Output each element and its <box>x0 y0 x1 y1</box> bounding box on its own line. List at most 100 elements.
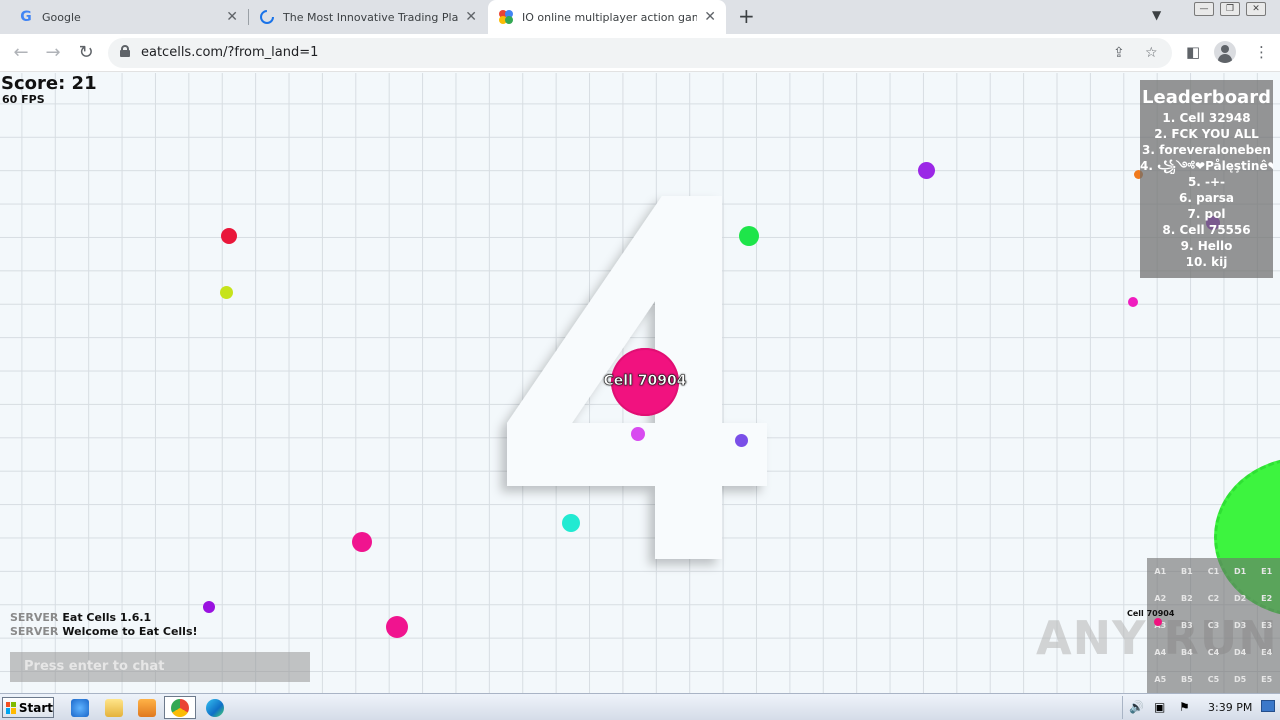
show-desktop-icon[interactable] <box>1261 700 1275 712</box>
minimap-cell: D1 <box>1233 566 1247 576</box>
network-icon[interactable]: ▣ <box>1154 700 1165 714</box>
food-pellet <box>735 434 748 447</box>
minimap-cell: D3 <box>1233 620 1247 630</box>
start-button[interactable]: Start <box>2 697 54 718</box>
minimap-player-label: Cell 70904 <box>1127 609 1175 618</box>
minimap-cell: C2 <box>1207 593 1220 603</box>
tab-eatcells[interactable]: IO online multiplayer action game. S ✕ <box>488 0 726 34</box>
windows-logo-icon <box>6 701 16 714</box>
chat-text: Eat Cells 1.6.1 <box>62 611 152 624</box>
internet-explorer-icon[interactable] <box>71 699 89 717</box>
minimap-cell: D4 <box>1233 647 1247 657</box>
minimap-cell: A4 <box>1154 647 1167 657</box>
address-bar[interactable]: eatcells.com/?from_land=1 ⇪ ☆ <box>108 38 1172 68</box>
leaderboard-entry: 8. Cell 75556 <box>1162 223 1251 237</box>
url-text: eatcells.com/?from_land=1 <box>141 45 319 60</box>
leaderboard-entry: 4. ꧁༺❤Pålęştinê❤༻꧂ <box>1140 159 1273 173</box>
tab-bar: G Google ✕ The Most Innovative Trading P… <box>0 0 1280 34</box>
browser-toolbar: ← → ↻ eatcells.com/?from_land=1 ⇪ ☆ ◧ ⋮ <box>0 34 1280 72</box>
new-tab-plus-icon[interactable]: + <box>738 4 755 28</box>
chat-message: SERVER Eat Cells 1.6.1 <box>10 611 198 625</box>
menu-kebab-icon[interactable]: ⋮ <box>1254 43 1269 61</box>
minimap-cell: C4 <box>1207 647 1220 657</box>
leaderboard-title: Leaderboard <box>1142 87 1271 108</box>
bookmark-star-icon[interactable]: ☆ <box>1145 45 1158 61</box>
close-icon[interactable]: ✕ <box>465 9 477 25</box>
leaderboard-entry: 2. FCK YOU ALL <box>1154 127 1259 141</box>
player-name: Cell 70904 <box>603 373 687 390</box>
leaderboard-entry: 5. -+- <box>1187 175 1226 189</box>
leaderboard-entry: 3. foreveraloneben <box>1142 143 1271 157</box>
tab-title: IO online multiplayer action game. S <box>522 10 697 24</box>
file-explorer-icon[interactable] <box>105 699 123 717</box>
tab-trading-platform[interactable]: The Most Innovative Trading Platform ✕ <box>249 0 487 34</box>
minimap-cell: C1 <box>1207 566 1220 576</box>
minimap-cell: A2 <box>1154 593 1167 603</box>
food-pellet <box>562 514 580 532</box>
score-label: Score: 21 <box>1 73 97 94</box>
leaderboard-entry: 1. Cell 32948 <box>1162 111 1251 125</box>
tab-google[interactable]: G Google ✕ <box>0 0 248 34</box>
loading-icon <box>259 9 275 25</box>
minimap-cell: B5 <box>1181 674 1193 684</box>
chrome-icon[interactable] <box>171 699 189 717</box>
profile-avatar-icon[interactable] <box>1214 41 1236 63</box>
food-pellet <box>631 427 645 441</box>
minimap-cell: C5 <box>1207 674 1220 684</box>
chat-sender: SERVER <box>10 625 59 638</box>
chat-sender: SERVER <box>10 611 59 624</box>
chat-text: Welcome to Eat Cells! <box>62 625 198 638</box>
google-icon: G <box>20 9 32 25</box>
start-label: Start <box>18 700 53 715</box>
minimap-cell: E2 <box>1261 593 1273 603</box>
minimap-cell: E4 <box>1261 647 1273 657</box>
forward-arrow-icon[interactable]: → <box>42 42 64 63</box>
food-pellet <box>739 226 759 246</box>
reload-icon[interactable]: ↻ <box>75 42 97 63</box>
leaderboard: Leaderboard 1. Cell 32948 2. FCK YOU ALL… <box>1140 80 1273 278</box>
close-icon[interactable]: ✕ <box>226 9 238 25</box>
chat-log: SERVER Eat Cells 1.6.1 SERVER Welcome to E… <box>10 611 198 639</box>
back-arrow-icon[interactable]: ← <box>10 42 32 63</box>
edge-icon[interactable] <box>206 699 224 717</box>
window-controls: — ❐ ✕ <box>1194 2 1266 16</box>
food-pellet <box>203 601 215 613</box>
side-panel-icon[interactable]: ◧ <box>1186 43 1200 61</box>
minimap-cell: D2 <box>1233 593 1247 603</box>
taskbar-clock: 3:39 PM <box>1208 701 1253 714</box>
eatcells-icon <box>498 9 514 25</box>
food-pellet <box>352 532 372 552</box>
food-pellet <box>386 616 408 638</box>
windows-taskbar: Start 🔊 ▣ ⚑ 3:39 PM <box>0 693 1280 720</box>
restore-icon[interactable]: ❐ <box>1220 2 1240 16</box>
minimap-cell: D5 <box>1233 674 1247 684</box>
minimap-cell: E5 <box>1261 674 1273 684</box>
leaderboard-entry: 10. kij <box>1185 255 1228 269</box>
close-window-icon[interactable]: ✕ <box>1246 2 1266 16</box>
minimize-icon[interactable]: — <box>1194 2 1214 16</box>
lock-icon[interactable] <box>120 45 130 57</box>
food-pellet <box>220 286 233 299</box>
food-pellet <box>221 228 237 244</box>
close-icon[interactable]: ✕ <box>704 9 716 25</box>
chat-input[interactable]: Press enter to chat <box>10 652 310 682</box>
speaker-icon[interactable]: 🔊 <box>1129 700 1144 714</box>
chevron-down-icon[interactable]: ▼ <box>1152 8 1161 22</box>
minimap-cell: E3 <box>1261 620 1273 630</box>
chat-message: SERVER Welcome to Eat Cells! <box>10 625 198 639</box>
tab-title: Google <box>42 10 81 24</box>
minimap-cell: A1 <box>1154 566 1167 576</box>
game-canvas[interactable]: Cell 70904 Score: 21 60 FPS Leaderboard … <box>0 73 1280 693</box>
media-player-icon[interactable] <box>138 699 156 717</box>
minimap-player-dot <box>1154 618 1162 626</box>
system-tray: 🔊 ▣ ⚑ <box>1122 696 1278 719</box>
share-icon[interactable]: ⇪ <box>1113 45 1125 61</box>
minimap-cell: A5 <box>1154 674 1167 684</box>
leaderboard-entry: 7. pol <box>1187 207 1226 221</box>
food-pellet <box>918 162 935 179</box>
minimap: A1 B1 C1 D1 E1 A2 B2 C2 D2 E2 A3 B3 C3 D3 E3 A4 B4 C4 D4 E4… <box>1147 558 1280 693</box>
minimap-cell: C3 <box>1207 620 1220 630</box>
leaderboard-entry: 9. Hello <box>1180 239 1233 253</box>
action-center-flag-icon[interactable]: ⚑ <box>1179 700 1190 714</box>
minimap-cell: B2 <box>1181 593 1193 603</box>
